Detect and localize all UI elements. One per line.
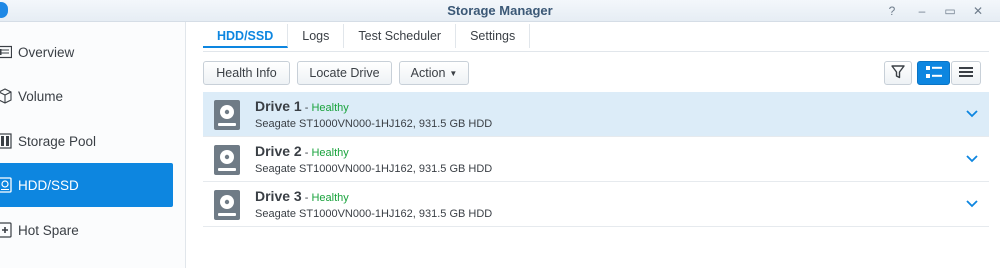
locate-drive-button[interactable]: Locate Drive	[297, 61, 392, 85]
filter-icon	[891, 64, 905, 82]
tab-logs[interactable]: Logs	[288, 24, 345, 48]
drive-name-line: Drive 3 - Healthy	[255, 188, 349, 204]
detail-view-button[interactable]	[917, 61, 950, 85]
drive-row[interactable]: Drive 1 - Healthy Seagate ST1000VN000-1H…	[203, 92, 989, 137]
storage-pool-icon	[0, 133, 12, 149]
drive-name-line: Drive 2 - Healthy	[255, 143, 349, 159]
overview-icon	[0, 44, 12, 60]
list-view-icon	[959, 66, 973, 81]
drive-name-line: Drive 1 - Healthy	[255, 98, 349, 114]
detail-view-icon	[925, 65, 942, 81]
filter-button[interactable]	[884, 61, 912, 85]
sidebar-item-label: Volume	[18, 88, 64, 104]
caret-down-icon: ▼	[449, 69, 458, 78]
window-title: Storage Manager	[447, 3, 553, 18]
hdd-icon	[0, 177, 12, 193]
drive-list: Drive 1 - Healthy Seagate ST1000VN000-1H…	[203, 92, 989, 227]
disk-icon	[214, 100, 240, 130]
sidebar-item-label: Hot Spare	[18, 222, 79, 238]
tab-divider	[203, 51, 989, 52]
disk-icon	[214, 190, 240, 220]
action-button[interactable]: Action ▼	[399, 61, 469, 85]
drive-status: Healthy	[311, 102, 349, 114]
tab-hdd-ssd[interactable]: HDD/SSD	[203, 24, 289, 48]
tab-test-scheduler[interactable]: Test Scheduler	[344, 24, 457, 48]
drive-name: Drive 3	[255, 188, 302, 204]
drive-model: Seagate ST1000VN000-1HJ162, 931.5 GB HDD	[255, 163, 493, 175]
title-bar: Storage Manager ? – ▭ ✕	[0, 0, 1000, 22]
drive-name: Drive 2	[255, 143, 302, 159]
close-icon[interactable]: ✕	[970, 3, 986, 19]
drive-row[interactable]: Drive 2 - Healthy Seagate ST1000VN000-1H…	[203, 137, 989, 182]
list-view-button[interactable]	[951, 61, 981, 85]
tab-bar: HDD/SSD Logs Test Scheduler Settings	[203, 24, 531, 50]
sidebar-item-label: Storage Pool	[18, 133, 97, 149]
help-icon[interactable]: ?	[884, 3, 900, 19]
sidebar-item-storage-pool[interactable]: Storage Pool	[0, 119, 173, 163]
sidebar-item-label: Overview	[18, 44, 75, 60]
minimize-icon[interactable]: –	[914, 3, 930, 19]
drive-row[interactable]: Drive 3 - Healthy Seagate ST1000VN000-1H…	[203, 182, 989, 227]
drive-name: Drive 1	[255, 98, 302, 114]
sidebar: Overview Volume Storage Pool HDD/SSD Hot…	[0, 22, 186, 268]
chevron-down-icon[interactable]	[965, 106, 979, 120]
drive-status: Healthy	[311, 147, 349, 159]
sidebar-item-volume[interactable]: Volume	[0, 74, 173, 118]
sidebar-item-hot-spare[interactable]: Hot Spare	[0, 208, 173, 252]
sidebar-item-hdd-ssd[interactable]: HDD/SSD	[0, 163, 173, 207]
chevron-down-icon[interactable]	[965, 196, 979, 210]
volume-icon	[0, 88, 12, 104]
hot-spare-icon	[0, 222, 12, 238]
drive-model: Seagate ST1000VN000-1HJ162, 931.5 GB HDD	[255, 118, 493, 130]
sidebar-item-overview[interactable]: Overview	[0, 30, 173, 74]
maximize-icon[interactable]: ▭	[942, 3, 958, 19]
tab-settings[interactable]: Settings	[456, 24, 531, 48]
health-info-button[interactable]: Health Info	[203, 61, 290, 85]
sidebar-item-label: HDD/SSD	[18, 177, 79, 193]
disk-icon	[214, 145, 240, 175]
drive-model: Seagate ST1000VN000-1HJ162, 931.5 GB HDD	[255, 208, 493, 220]
chevron-down-icon[interactable]	[965, 151, 979, 165]
drive-status: Healthy	[311, 192, 349, 204]
action-button-label: Action	[410, 66, 446, 80]
